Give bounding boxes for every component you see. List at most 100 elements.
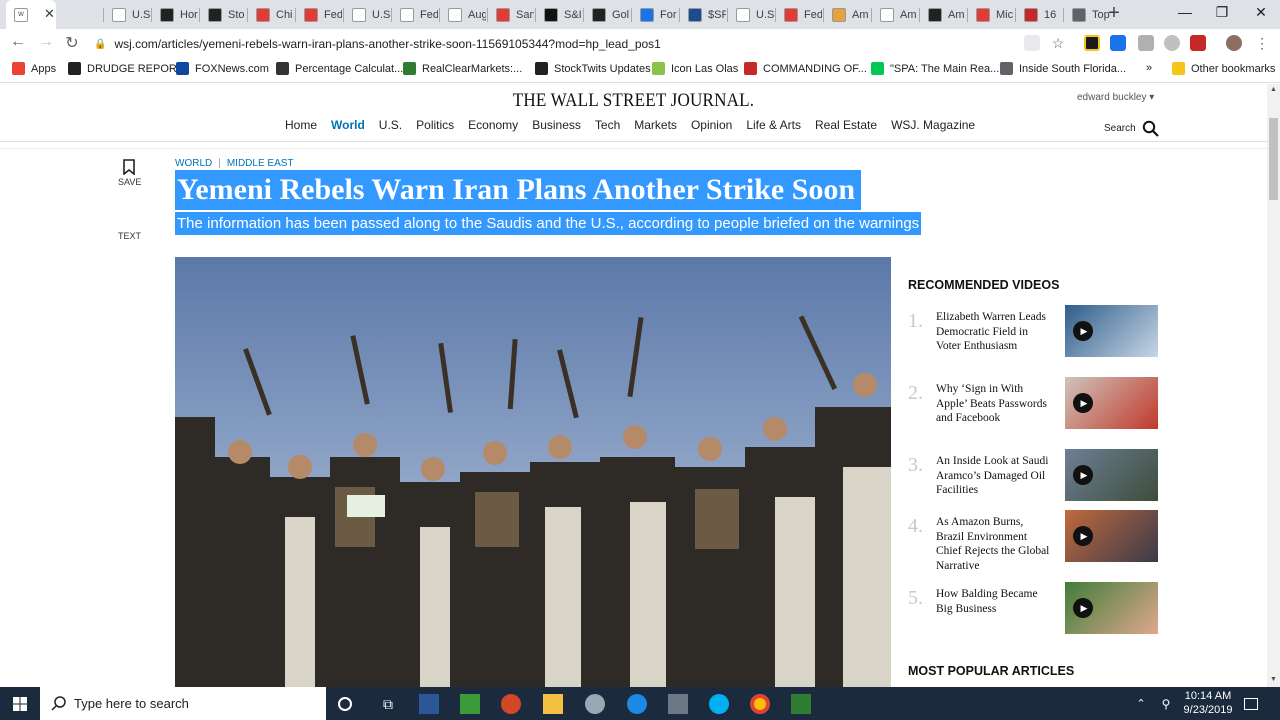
browser-tab[interactable]: Mic [968,0,1014,29]
video-title[interactable]: Elizabeth Warren Leads Democratic Field … [936,310,1054,354]
video-title[interactable]: As Amazon Burns, Brazil Environment Chie… [936,515,1054,573]
browser-tab-active[interactable]: W WSJ✕ [6,0,56,29]
edge-app-icon[interactable] [627,694,647,714]
tab-close-icon[interactable]: ✕ [44,6,55,22]
browser-tab[interactable]: Sto [200,0,246,29]
bookmark-item[interactable]: DRUDGE REPORT [68,62,183,75]
nav-item[interactable]: Opinion [691,118,732,132]
browser-tab[interactable]: Fed [392,0,438,29]
nav-item[interactable]: U.S. [379,118,402,132]
browser-tab[interactable]: Hor [152,0,198,29]
browser-tab[interactable]: Am [920,0,966,29]
file-explorer-icon[interactable] [543,694,563,714]
network-icon[interactable]: ⚲ [1156,694,1176,714]
browser-tab[interactable]: Fed [776,0,822,29]
app-icon[interactable] [585,694,605,714]
bookmark-item[interactable]: Icon Las Olas [652,62,738,75]
profile-avatar[interactable] [1226,35,1242,51]
bookmark-item[interactable]: Apps [12,62,56,75]
wsj-logo[interactable]: THE WALL STREET JOURNAL. [63,90,1203,112]
task-view-icon[interactable]: ⧉ [378,694,398,714]
crumb-subsection[interactable]: MIDDLE EAST [227,158,294,169]
nav-item[interactable]: Business [532,118,581,132]
page-scrollbar[interactable]: ▲ ▼ [1267,84,1280,687]
bookmark-item[interactable]: FOXNews.com [176,62,269,75]
new-tab-button[interactable]: + [1104,3,1124,24]
save-button[interactable]: SAVE [118,159,141,187]
browser-tab[interactable]: For [632,0,678,29]
bookmark-item[interactable]: "SPA: The Main Rea... [871,62,999,75]
tray-chevron-icon[interactable]: ⌃ [1131,694,1151,714]
browser-tab[interactable]: 16 [1016,0,1062,29]
powerpoint-app-icon[interactable] [501,694,521,714]
close-window-button[interactable]: ✕ [1246,4,1276,21]
video-title[interactable]: Why ‘Sign in With Apple’ Beats Passwords… [936,382,1054,426]
reload-button[interactable]: ↻ [62,33,82,53]
recommended-video-item[interactable]: 4. As Amazon Burns, Brazil Environment Ch… [908,510,1158,572]
browser-tab[interactable]: U.S. [104,0,150,29]
extension-icon[interactable] [1138,35,1154,51]
bookmark-item[interactable]: StockTwits Updates [535,62,651,75]
browser-tab[interactable]: San [488,0,534,29]
menu-kebab-icon[interactable]: ⋮ [1254,35,1270,51]
article-lead-photo[interactable] [175,257,891,687]
camtasia-app-icon[interactable] [460,694,480,714]
nav-item[interactable]: Real Estate [815,118,877,132]
extension-icon[interactable] [1164,35,1180,51]
forward-button[interactable]: → [36,33,56,51]
video-thumbnail[interactable]: ▶ [1065,305,1158,357]
recommended-video-item[interactable]: 5. How Balding Became Big Business ▶ [908,582,1158,639]
bookmark-item[interactable]: Percentage Calculat... [276,62,403,75]
nav-item[interactable]: Life & Arts [746,118,801,132]
bookmark-item[interactable]: COMMANDING OF... [744,62,867,75]
scrollbar-thumb[interactable] [1269,118,1278,200]
browser-tab[interactable]: Am [824,0,870,29]
play-icon[interactable]: ▶ [1073,465,1093,485]
video-thumbnail[interactable]: ▶ [1065,510,1158,562]
calculator-app-icon[interactable] [668,694,688,714]
video-thumbnail[interactable]: ▶ [1065,582,1158,634]
browser-tab[interactable]: Fed [296,0,342,29]
cortana-icon[interactable] [338,697,352,711]
chrome-app-icon[interactable] [750,694,770,714]
system-clock[interactable]: 10:14 AM 9/23/2019 [1176,689,1240,717]
start-button[interactable] [0,687,40,720]
nav-item[interactable]: Home [285,118,317,132]
browser-tab[interactable]: U.S. [344,0,390,29]
play-icon[interactable]: ▶ [1073,393,1093,413]
browser-tab[interactable]: $SP [680,0,726,29]
translate-icon[interactable] [1024,35,1040,51]
extension-icon[interactable] [1110,35,1126,51]
minimize-button[interactable]: — [1170,4,1200,20]
play-icon[interactable]: ▶ [1073,598,1093,618]
word-app-icon[interactable] [419,694,439,714]
more-bookmarks-chevron[interactable]: » [1146,62,1152,74]
star-bookmark-icon[interactable]: ☆ [1050,35,1066,51]
maximize-button[interactable]: ❐ [1207,4,1237,21]
recommended-video-item[interactable]: 2. Why ‘Sign in With Apple’ Beats Passwor… [908,377,1158,434]
text-size-button[interactable]: TEXT [118,231,141,241]
video-title[interactable]: How Balding Became Big Business [936,587,1054,616]
video-thumbnail[interactable]: ▶ [1065,449,1158,501]
recommended-video-item[interactable]: 3. An Inside Look at Saudi Aramco’s Damag… [908,449,1158,506]
browser-tab[interactable]: Aug [440,0,486,29]
skype-app-icon[interactable] [709,694,729,714]
address-bar[interactable]: 🔒 wsj.com/articles/yemeni-rebels-warn-ir… [94,33,1028,55]
nav-item[interactable]: WSJ. Magazine [891,118,975,132]
notification-icon[interactable] [1244,698,1258,710]
crumb-section[interactable]: WORLD [175,158,212,169]
scroll-up-arrow[interactable]: ▲ [1270,86,1277,93]
browser-tab[interactable]: Gol [584,0,630,29]
bookmark-item[interactable]: Inside South Florida... [1000,62,1126,75]
play-icon[interactable]: ▶ [1073,526,1093,546]
bookmark-item[interactable]: RealClearMarkets:... [403,62,522,75]
nav-item[interactable]: Politics [416,118,454,132]
nav-item[interactable]: Markets [634,118,677,132]
nav-item[interactable]: World [331,118,365,132]
camtasia-recorder-icon[interactable] [791,694,811,714]
browser-tab[interactable]: Am [872,0,918,29]
browser-tab[interactable]: S&I [536,0,582,29]
extension-icon[interactable] [1084,35,1100,51]
browser-tab[interactable]: Chi [248,0,294,29]
video-thumbnail[interactable]: ▶ [1065,377,1158,429]
